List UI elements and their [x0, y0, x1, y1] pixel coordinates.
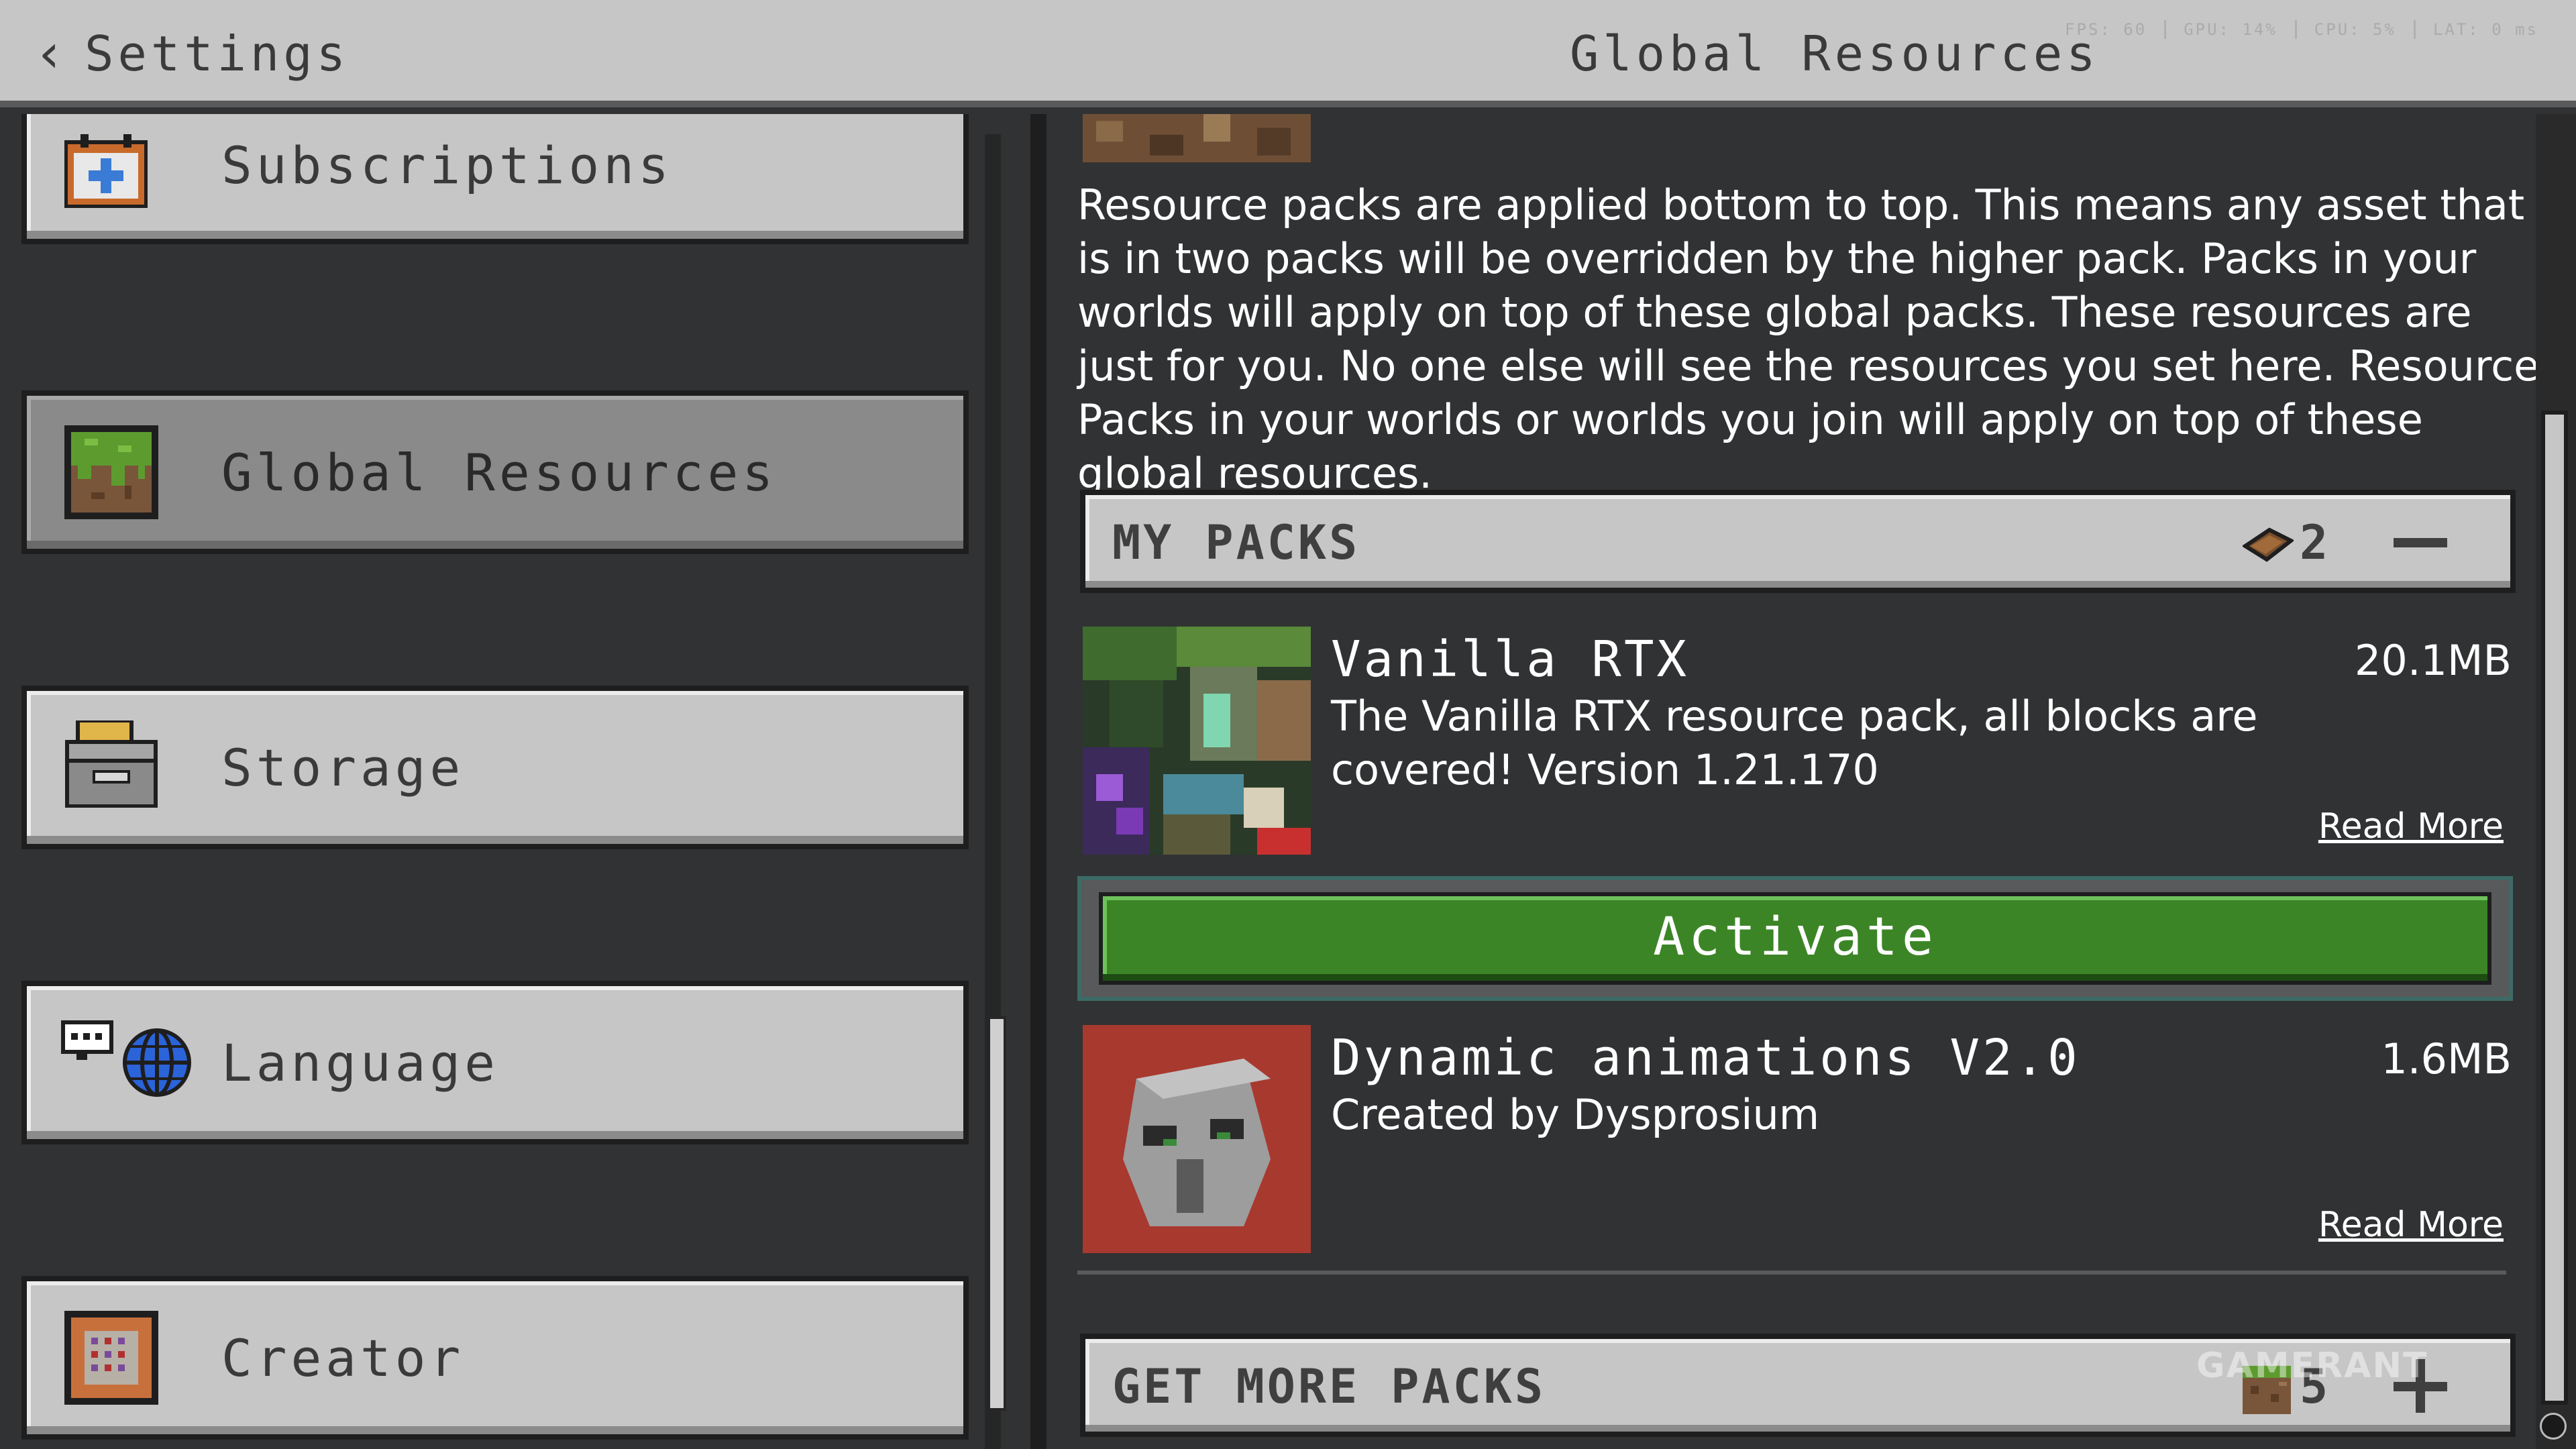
performance-stats: FPS: 60 GPU: 14% CPU: 5% LAT: 0 ms — [2047, 20, 2556, 39]
book-icon — [2243, 527, 2294, 562]
vanilla-rtx-thumbnail — [1083, 627, 1311, 855]
grass-block-icon — [64, 425, 158, 519]
page-title: Global Resources — [1570, 25, 2100, 82]
storage-box-icon — [65, 720, 158, 808]
global-resources-panel: Resource packs are applied bottom to top… — [1046, 114, 2536, 1449]
read-more-link[interactable]: Read More — [2318, 1205, 2504, 1245]
pack-name: Vanilla RTX — [1331, 631, 1690, 688]
pack-thumbnail-partial — [1083, 114, 1311, 162]
settings-sidebar: Subscriptions Global Resources Storage L… — [0, 114, 1033, 1449]
my-packs-title: MY PACKS — [1112, 515, 1360, 570]
creator-icon — [64, 1311, 158, 1405]
fps-stat: FPS: 60 — [2047, 20, 2167, 39]
list-divider — [1077, 1271, 2506, 1275]
sidebar-item-language[interactable]: Language — [21, 981, 969, 1144]
sidebar-item-label: Language — [221, 1033, 500, 1093]
sidebar-scrollbar-thumb[interactable] — [987, 1016, 1006, 1411]
sidebar-item-label: Global Resources — [221, 443, 777, 502]
sidebar-item-storage[interactable]: Storage — [21, 686, 969, 849]
get-more-packs-title: GET MORE PACKS — [1112, 1359, 1546, 1414]
sidebar-item-creator[interactable]: Creator — [21, 1276, 969, 1440]
activate-button[interactable]: Activate — [1099, 892, 2491, 985]
sidebar-item-global-resources[interactable]: Global Resources — [21, 390, 969, 554]
watermark: GAMERANT — [2196, 1346, 2428, 1386]
cpu-stat: CPU: 5% — [2297, 20, 2416, 39]
pack-description: The Vanilla RTX resource pack, all block… — [1331, 692, 2258, 794]
chevron-left-icon: ‹ — [34, 22, 66, 85]
pack-item-vanilla-rtx[interactable]: Vanilla RTX 20.1MB The Vanilla RTX resou… — [1083, 627, 2512, 855]
sidebar-item-subscriptions[interactable]: Subscriptions — [21, 114, 969, 244]
pack-size: 20.1MB — [2354, 636, 2512, 685]
language-globe-icon — [61, 1020, 191, 1097]
sidebar-item-label: Storage — [221, 738, 465, 798]
top-bar: ‹ Settings Global Resources FPS: 60 GPU:… — [0, 0, 2576, 107]
settings-corner-icon — [2540, 1413, 2567, 1440]
gpu-stat: GPU: 14% — [2166, 20, 2297, 39]
collapse-icon[interactable] — [2387, 508, 2454, 576]
back-button[interactable]: ‹ Settings — [34, 20, 350, 87]
pack-item-dynamic-animations[interactable]: Dynamic animations V2.0 1.6MB Created by… — [1083, 1025, 2512, 1253]
pack-description: Created by Dysprosium — [1331, 1090, 1820, 1139]
dynamic-animations-thumbnail — [1083, 1025, 1311, 1253]
calendar-icon — [64, 134, 148, 208]
sidebar-item-label: Creator — [221, 1328, 465, 1388]
description-text: Resource packs are applied bottom to top… — [1077, 180, 2536, 498]
pack-size: 1.6MB — [2381, 1034, 2512, 1083]
activate-focus-frame: Activate — [1077, 876, 2513, 1001]
sidebar-item-label: Subscriptions — [221, 136, 673, 195]
back-label: Settings — [85, 25, 350, 82]
read-more-link[interactable]: Read More — [2318, 806, 2504, 847]
my-packs-header[interactable]: MY PACKS 2 — [1080, 490, 2516, 593]
panel-divider — [1030, 114, 1046, 1449]
latency-stat: LAT: 0 ms — [2432, 20, 2538, 39]
pack-name: Dynamic animations V2.0 — [1331, 1029, 2080, 1087]
my-packs-count: 2 — [2300, 515, 2328, 570]
content-scrollbar-thumb[interactable] — [2541, 411, 2568, 1405]
